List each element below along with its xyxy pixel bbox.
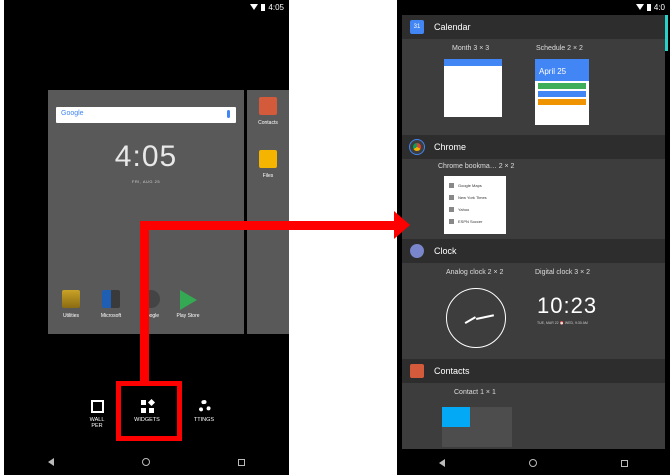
app-label: Contacts — [258, 120, 278, 126]
folder-icon — [102, 290, 120, 308]
digital-clock-widget[interactable]: 10:23 — [537, 293, 597, 319]
widget-caption: Month 3 × 3 — [452, 45, 490, 52]
clock-icon — [410, 244, 424, 258]
clock-widget-date: FRI, AUG 25 — [131, 179, 161, 184]
section-chrome-widgets: Chrome bookma… 2 × 2 Google Maps New Yor… — [402, 159, 665, 239]
section-title: Clock — [434, 246, 457, 256]
home-screen-next-page[interactable]: Contacts Files — [247, 90, 289, 334]
app-play-store[interactable]: Play Store — [173, 290, 203, 319]
app-label: Files — [262, 173, 274, 179]
battery-icon — [646, 3, 651, 11]
section-title: Contacts — [434, 366, 470, 376]
gear-icon — [197, 400, 211, 413]
section-header-chrome: Chrome — [402, 135, 665, 159]
schedule-event — [538, 83, 586, 89]
app-utilities[interactable]: Utilities — [56, 290, 86, 319]
battery-icon — [261, 3, 266, 11]
contact-widget[interactable] — [442, 407, 512, 447]
wifi-icon — [635, 4, 644, 10]
section-header-contacts: Contacts — [402, 359, 665, 383]
google-search-bar[interactable]: Google — [56, 107, 236, 123]
calendar-month-bar — [444, 59, 502, 66]
schedule-event — [538, 91, 586, 97]
schedule-date: April 25 — [535, 59, 589, 81]
microphone-icon[interactable] — [227, 110, 230, 118]
folder-icon — [259, 150, 277, 168]
wallpapers-label-2: PER — [91, 423, 103, 429]
wallpapers-button[interactable]: WALL PER — [82, 400, 112, 429]
home-icon[interactable] — [529, 459, 537, 467]
right-phone-screen: 4:0 31 Calendar Month 3 × 3 Schedule 2 ×… — [397, 0, 670, 475]
section-clock-widgets: Analog clock 2 × 2 Digital clock 3 × 2 1… — [402, 263, 665, 359]
widget-caption: Chrome bookma… 2 × 2 — [438, 163, 515, 170]
app-label: Utilities — [62, 313, 80, 319]
contacts-icon — [410, 364, 424, 378]
google-logo: Google — [61, 110, 84, 117]
navigation-bar — [4, 449, 289, 475]
clock-widget-time: 4:05 — [114, 140, 178, 173]
widgets-list[interactable]: 31 Calendar Month 3 × 3 Schedule 2 × 2 A… — [402, 15, 665, 449]
wallpaper-icon — [90, 400, 104, 413]
widget-caption: Digital clock 3 × 2 — [535, 269, 591, 276]
person-icon — [442, 407, 470, 427]
section-calendar-widgets: Month 3 × 3 Schedule 2 × 2 April 25 — [402, 39, 665, 135]
section-header-calendar: 31 Calendar — [402, 15, 665, 39]
back-icon[interactable] — [439, 459, 445, 467]
play-store-icon — [179, 290, 197, 310]
bookmark-item: Google Maps — [448, 180, 502, 192]
navigation-bar — [397, 451, 670, 475]
app-contacts[interactable]: Contacts — [253, 97, 283, 126]
section-title: Chrome — [434, 142, 467, 152]
schedule-event — [538, 99, 586, 105]
wifi-icon — [250, 4, 259, 10]
status-bar: 4:0 — [397, 0, 670, 14]
analog-clock-widget[interactable] — [446, 288, 506, 348]
contacts-icon — [259, 97, 277, 115]
bookmark-item: Yahoo — [448, 204, 502, 216]
clock-hand-hour — [464, 316, 476, 324]
widgets-highlight-box — [116, 381, 182, 441]
arrow-horizontal-segment — [140, 221, 397, 230]
recents-icon[interactable] — [621, 459, 628, 467]
arrow-head-icon — [394, 211, 410, 239]
settings-button[interactable]: TTINGS — [184, 400, 224, 423]
app-files[interactable]: Files — [253, 150, 283, 179]
calendar-month-widget[interactable] — [444, 59, 502, 117]
recents-icon[interactable] — [238, 458, 245, 466]
home-icon[interactable] — [142, 458, 150, 466]
section-contacts-widgets: Contact 1 × 1 — [402, 383, 665, 449]
settings-label: TTINGS — [193, 417, 215, 423]
folder-icon — [62, 290, 80, 308]
widget-caption: Contact 1 × 1 — [454, 389, 496, 396]
calendar-icon: 31 — [410, 20, 424, 34]
tutorial-figure: 4:05 Google 4:05 FRI, AUG 25 Utilities M… — [0, 0, 670, 475]
widget-caption: Analog clock 2 × 2 — [446, 269, 504, 276]
digital-clock-subtext: TUE, MAR 22 ⏰ WED, 9:30 AM — [537, 321, 588, 325]
arrow-vertical-segment — [140, 221, 149, 383]
section-header-clock: Clock — [402, 239, 665, 263]
bookmark-item: New York Times — [448, 192, 502, 204]
section-title: Calendar — [434, 22, 471, 32]
clock-hand-minute — [476, 314, 494, 320]
chrome-icon — [409, 139, 425, 155]
app-label: Microsoft — [100, 313, 122, 319]
status-time: 4:0 — [653, 2, 665, 12]
back-icon[interactable] — [48, 458, 54, 466]
scrollbar-thumb[interactable] — [665, 15, 668, 51]
app-microsoft[interactable]: Microsoft — [96, 290, 126, 319]
bookmark-item: ESPN Soccer — [448, 216, 502, 228]
chrome-bookmarks-widget[interactable]: Google Maps New York Times Yahoo ESPN So… — [444, 176, 506, 234]
status-time: 4:05 — [268, 2, 284, 12]
app-label: Play Store — [176, 313, 200, 319]
status-bar: 4:05 — [4, 0, 289, 14]
widget-caption: Schedule 2 × 2 — [536, 45, 583, 52]
calendar-schedule-widget[interactable]: April 25 — [535, 59, 589, 125]
